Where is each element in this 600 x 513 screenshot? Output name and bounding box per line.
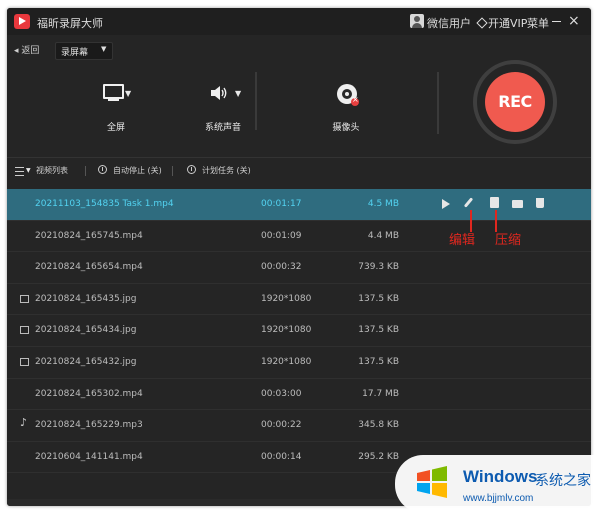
play-icon[interactable] (442, 199, 450, 209)
system-audio-source[interactable]: ▼ 系统声音 (188, 66, 258, 136)
divider (85, 166, 86, 176)
vip-button[interactable]: 开通VIP (488, 15, 527, 31)
file-size: 17.7 MB (362, 388, 399, 399)
image-file-icon (20, 294, 29, 303)
watermark-url: www.bjjmlv.com (463, 493, 534, 504)
app-logo-icon (14, 14, 30, 29)
file-resolution: 1920*1080 (261, 293, 312, 304)
watermark: Windows 系统之家 www.bjjmlv.com (395, 455, 600, 513)
camera-source[interactable]: 摄像头 (311, 66, 381, 136)
edit-brush-icon[interactable] (463, 197, 474, 208)
system-audio-label: 系统声音 (204, 123, 241, 133)
file-resolution: 1920*1080 (261, 356, 312, 367)
table-row[interactable]: 20210824_165654.mp4 00:00:32 739.3 KB (7, 252, 591, 284)
vip-diamond-icon (476, 17, 488, 29)
windows-logo-icon (417, 466, 447, 498)
chevron-down-icon[interactable]: ▼ (26, 167, 31, 174)
file-duration: 00:01:17 (261, 199, 302, 209)
file-resolution: 1920*1080 (261, 325, 312, 336)
table-row[interactable]: 20210824_165302.mp4 00:03:00 17.7 MB (7, 379, 591, 411)
file-name: 20210824_165229.mp3 (35, 420, 143, 431)
file-duration: 00:00:14 (261, 451, 302, 462)
file-name: 20210824_165432.jpg (35, 356, 137, 367)
file-duration: 00:03:00 (261, 388, 302, 399)
close-icon[interactable]: × (568, 13, 580, 29)
file-name: 20210824_165434.jpg (35, 325, 137, 336)
table-row[interactable]: 20210824_165435.jpg 1920*1080 137.5 KB (7, 284, 591, 316)
fullscreen-label: 全屏 (106, 123, 125, 133)
table-row[interactable]: 20210824_165432.jpg 1920*1080 137.5 KB (7, 347, 591, 379)
record-button[interactable]: REC (485, 72, 545, 132)
list-toolbar: ▼ 视频列表 自动停止 (关) 计划任务 (关) (7, 157, 591, 184)
app-title: 福昕录屏大师 (37, 17, 103, 30)
divider (255, 72, 257, 130)
back-button[interactable]: ◂ 返回 (14, 43, 39, 56)
schedule-button[interactable]: 计划任务 (关) (202, 165, 251, 176)
compress-annotation: 压缩 (495, 233, 522, 248)
mode-toolbar: ◂ 返回 录屏幕 ▼ (7, 35, 591, 63)
file-name: 20210824_165745.mp4 (35, 230, 143, 241)
file-size: 137.5 KB (358, 293, 399, 304)
schedule-icon (187, 165, 196, 174)
monitor-icon (103, 84, 124, 101)
file-duration: 00:00:22 (261, 420, 302, 431)
file-size: 137.5 KB (358, 325, 399, 336)
file-size: 137.5 KB (358, 356, 399, 367)
table-row[interactable]: 20210824_165434.jpg 1920*1080 137.5 KB (7, 315, 591, 347)
file-name: 20210824_165654.mp4 (35, 262, 143, 273)
user-avatar-icon[interactable] (410, 14, 424, 28)
camera-off-icon (351, 95, 359, 106)
auto-stop-button[interactable]: 自动停止 (关) (113, 165, 162, 176)
file-size: 739.3 KB (358, 262, 399, 273)
file-name: 20210824_165302.mp4 (35, 388, 143, 399)
list-icon[interactable] (15, 167, 24, 176)
file-duration: 00:00:32 (261, 262, 302, 273)
chevron-down-icon: ▼ (101, 45, 107, 53)
divider (172, 166, 173, 176)
chevron-down-icon[interactable]: ▼ (125, 89, 131, 98)
app-window: 福昕录屏大师 微信用户 开通VIP 菜单 × ◂ 返回 录屏幕 ▼ ▼ 全屏 ▼… (7, 8, 591, 506)
table-row[interactable]: ♪ 20210824_165229.mp3 00:00:22 345.8 KB (7, 410, 591, 442)
menu-button[interactable]: 菜单 (527, 15, 549, 31)
mode-select[interactable]: 录屏幕 ▼ (55, 42, 113, 60)
record-label: REC (498, 92, 532, 111)
minimize-icon[interactable] (552, 21, 561, 22)
fullscreen-source[interactable]: ▼ 全屏 (81, 66, 151, 136)
file-duration: 00:01:09 (261, 230, 302, 241)
title-bar: 福昕录屏大师 微信用户 开通VIP 菜单 × (7, 8, 591, 35)
user-name[interactable]: 微信用户 (427, 15, 471, 31)
image-file-icon (20, 357, 29, 366)
camera-label: 摄像头 (332, 123, 360, 133)
file-size: 295.2 KB (358, 451, 399, 462)
speaker-icon (211, 86, 227, 100)
timer-icon (98, 165, 107, 174)
edit-annotation: 编辑 (449, 233, 476, 248)
table-row[interactable]: 20211103_154835 Task 1.mp4 00:01:17 4.5 … (7, 189, 591, 221)
image-file-icon (20, 326, 29, 335)
trash-icon[interactable] (536, 198, 544, 208)
file-name: 20210824_165435.jpg (35, 293, 137, 304)
divider (437, 72, 439, 134)
video-list-label[interactable]: 视频列表 (36, 165, 68, 176)
watermark-subtitle: 系统之家 (535, 473, 591, 489)
file-size: 4.5 MB (367, 199, 399, 209)
file-name: 20210604_141141.mp4 (35, 451, 143, 462)
watermark-title: Windows (463, 467, 538, 486)
file-size: 345.8 KB (358, 420, 399, 431)
music-note-icon: ♪ (20, 416, 28, 430)
chevron-down-icon[interactable]: ▼ (235, 89, 241, 98)
folder-icon[interactable] (512, 200, 523, 208)
record-ring: REC (473, 60, 557, 144)
file-size: 4.4 MB (367, 230, 399, 241)
mode-select-label: 录屏幕 (61, 48, 89, 58)
file-name: 20211103_154835 Task 1.mp4 (35, 199, 174, 209)
compress-icon[interactable] (490, 197, 499, 208)
